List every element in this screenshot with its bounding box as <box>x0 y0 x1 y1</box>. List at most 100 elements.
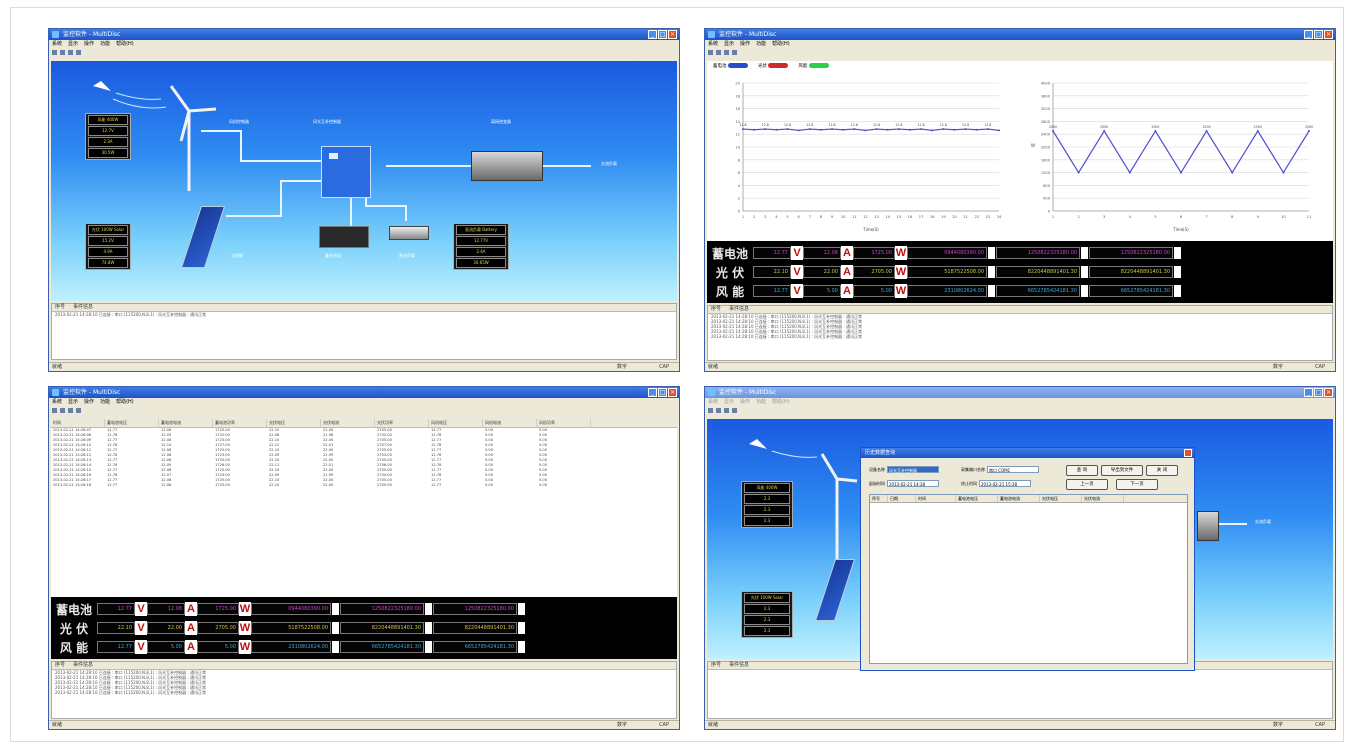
menu-operate[interactable]: 操作 <box>84 40 94 48</box>
chart2-ytick-label: 2800 <box>1041 120 1051 124</box>
grid-column-header[interactable]: 光伏电流 <box>321 419 375 427</box>
energy-readout: 0944080390.00 <box>251 603 331 615</box>
menu-function[interactable]: 功能 <box>756 40 766 48</box>
minimize-button[interactable]: _ <box>1304 388 1313 397</box>
next-page-button[interactable]: 下一页 <box>1116 479 1158 490</box>
grid-column-header[interactable]: 光伏电压 <box>267 419 321 427</box>
close-button[interactable]: × <box>668 30 677 39</box>
chart1-data-point <box>831 128 834 131</box>
history-column-header[interactable]: 时间 <box>916 495 956 502</box>
new-icon[interactable] <box>708 49 713 55</box>
help-icon[interactable] <box>76 407 81 413</box>
chart2-data-label: 2500 <box>1305 125 1313 129</box>
query-button[interactable]: 查 询 <box>1066 465 1098 476</box>
menu-function[interactable]: 功能 <box>756 398 766 406</box>
chart1-data-point <box>853 128 856 131</box>
menu-operate[interactable]: 操作 <box>740 40 750 48</box>
grid-column-header[interactable]: 蓄电池功率 <box>213 419 267 427</box>
end-time-input[interactable]: 2013-02-21 15:28 <box>979 480 1031 487</box>
grid-column-header[interactable]: 蓄电池电压 <box>105 419 159 427</box>
history-column-header[interactable]: 蓄电池电压 <box>956 495 998 502</box>
minimize-button[interactable]: _ <box>648 30 657 39</box>
export-button[interactable]: 导出到文件 <box>1101 465 1143 476</box>
chart1-data-point <box>920 128 923 131</box>
menu-view[interactable]: 显示 <box>68 398 78 406</box>
chart1-series-line <box>742 128 1000 131</box>
device-select[interactable]: 风光互补控制器 <box>887 466 939 473</box>
menu-system[interactable]: 系统 <box>52 40 62 48</box>
maximize-button[interactable]: □ <box>1314 30 1323 39</box>
grid-column-header[interactable]: 风机电流 <box>483 419 537 427</box>
chart1-xtick-label: 20 <box>952 215 957 219</box>
minimize-button[interactable]: _ <box>1304 30 1313 39</box>
menu-system[interactable]: 系统 <box>708 398 718 406</box>
save-icon[interactable] <box>724 49 729 55</box>
maximize-button[interactable]: □ <box>658 388 667 397</box>
open-icon[interactable] <box>716 49 721 55</box>
menu-operate[interactable]: 操作 <box>84 398 94 406</box>
grid-column-header[interactable]: 风机功率 <box>537 419 591 427</box>
close-button[interactable]: × <box>1324 388 1333 397</box>
prev-page-button[interactable]: 上一页 <box>1066 479 1108 490</box>
device-label: 设备名称 <box>869 466 885 472</box>
menu-function[interactable]: 功能 <box>100 398 110 406</box>
legend-battery[interactable]: 蓄电池 <box>713 63 748 69</box>
maximize-button[interactable]: □ <box>658 30 667 39</box>
history-column-header[interactable]: 序号 <box>870 495 888 502</box>
history-column-header[interactable]: 蓄电池电流 <box>998 495 1040 502</box>
history-column-header[interactable]: 日期 <box>888 495 916 502</box>
save-icon[interactable] <box>68 49 73 55</box>
port-select[interactable]: 串口 COM1 <box>987 466 1039 473</box>
table-row[interactable]: 2013-02-21 14:28:18 12.77 12.08 1725.00 22.1… <box>51 483 677 488</box>
title-bar: 监控软件 - MultiDisc _ □ × <box>705 29 1335 40</box>
status-cap: CAP <box>1315 364 1325 370</box>
history-column-header[interactable]: 光伏电流 <box>1082 495 1124 502</box>
new-icon[interactable] <box>708 407 713 413</box>
help-icon[interactable] <box>732 407 737 413</box>
open-icon[interactable] <box>60 407 65 413</box>
open-icon[interactable] <box>716 407 721 413</box>
grid-column-header[interactable]: 风机电压 <box>429 419 483 427</box>
new-icon[interactable] <box>52 407 57 413</box>
save-icon[interactable] <box>68 407 73 413</box>
menu-system[interactable]: 系统 <box>708 40 718 48</box>
menu-function[interactable]: 功能 <box>100 40 110 48</box>
menu-help[interactable]: 帮助(H) <box>116 40 134 48</box>
menu-help[interactable]: 帮助(H) <box>116 398 134 406</box>
chart1-xtick-label: 1 <box>742 215 744 219</box>
chart1-xtick-label: 6 <box>798 215 801 219</box>
dialog-close-icon[interactable] <box>1184 449 1192 457</box>
grid-column-header[interactable]: 光伏功率 <box>375 419 429 427</box>
menu-view[interactable]: 显示 <box>724 40 734 48</box>
save-icon[interactable] <box>724 407 729 413</box>
menu-help[interactable]: 帮助(H) <box>772 398 790 406</box>
menu-operate[interactable]: 操作 <box>740 398 750 406</box>
maximize-button[interactable]: □ <box>1314 388 1323 397</box>
close-button[interactable]: × <box>1324 30 1333 39</box>
help-icon[interactable] <box>732 49 737 55</box>
start-time-input[interactable]: 2013-02-21 14:28 <box>887 480 939 487</box>
open-icon[interactable] <box>60 49 65 55</box>
data-grid[interactable]: 时间 蓄电池电压 蓄电池电流 蓄电池功率 光伏电压 光伏电流 光伏功率 风机电压 风机电流 风机功… <box>51 419 677 597</box>
log-col-message: 事件信息 <box>73 662 94 668</box>
menu-view[interactable]: 显示 <box>68 40 78 48</box>
minimize-button[interactable]: _ <box>648 388 657 397</box>
grid-column-header[interactable]: 蓄电池电流 <box>159 419 213 427</box>
unit-label: W <box>895 265 907 279</box>
close-dialog-button[interactable]: 关 闭 <box>1146 465 1178 476</box>
chart2-xtick-label: 4 <box>1129 215 1132 219</box>
legend-pv[interactable]: 光伏 <box>758 63 789 69</box>
history-column-header[interactable]: 光伏电压 <box>1040 495 1082 502</box>
menu-system[interactable]: 系统 <box>52 398 62 406</box>
help-icon[interactable] <box>76 49 81 55</box>
legend-wind[interactable]: 风能 <box>798 63 829 69</box>
new-icon[interactable] <box>52 49 57 55</box>
wind-info-box: 风能 400W 2.3 2.3 2.3 <box>741 481 793 528</box>
menu-help[interactable]: 帮助(H) <box>772 40 790 48</box>
chart1-xtick-label: 16 <box>908 215 913 219</box>
grid-column-header[interactable]: 时间 <box>51 419 105 427</box>
close-button[interactable]: × <box>668 388 677 397</box>
unit-label: A <box>185 640 197 654</box>
menu-view[interactable]: 显示 <box>724 398 734 406</box>
history-table[interactable]: 序号 日期 时间 蓄电池电压 蓄电池电流 光伏电压 光伏电流 <box>869 494 1188 664</box>
